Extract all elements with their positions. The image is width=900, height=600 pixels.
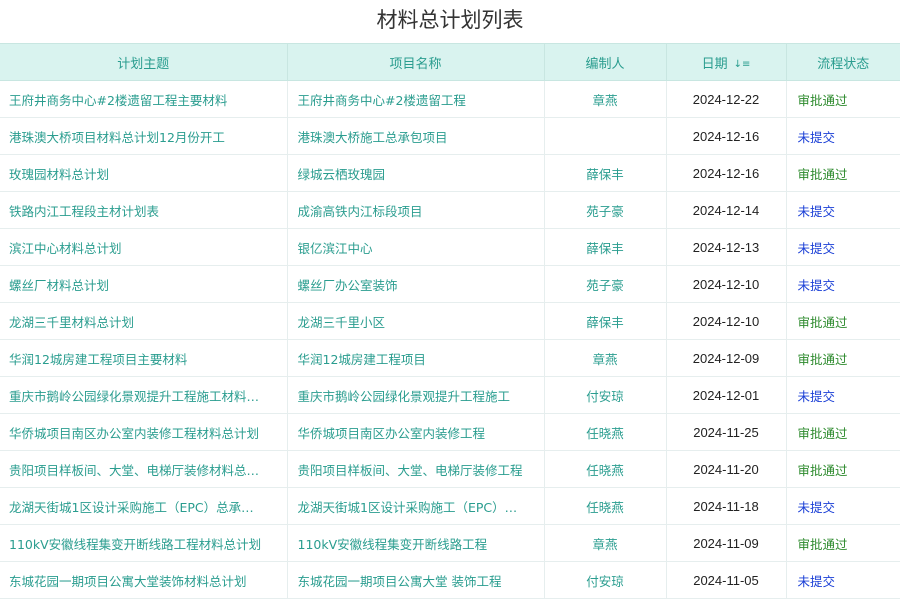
table-row[interactable]: 滨江中心材料总计划 银亿滨江中心 薛保丰 2024-12-13 未提交	[0, 228, 900, 266]
cell-project[interactable]: 龙湖三千里小区	[287, 302, 545, 340]
cell-date: 2024-12-01	[666, 376, 787, 414]
cell-editor: 付安琼	[544, 376, 667, 414]
cell-topic[interactable]: 重庆市鹅岭公园绿化景观提升工程施工材料…	[0, 376, 288, 414]
column-header-date-label: 日期	[701, 56, 728, 72]
cell-date: 2024-12-14	[666, 191, 787, 229]
cell-date: 2024-12-16	[666, 117, 787, 155]
cell-status: 审批通过	[786, 413, 900, 451]
cell-editor: 薛保丰	[544, 154, 667, 192]
cell-project[interactable]: 东城花园一期项目公寓大堂 装饰工程	[287, 561, 545, 599]
cell-project[interactable]: 王府井商务中心#2楼遗留工程	[287, 80, 545, 118]
cell-topic[interactable]: 华侨城项目南区办公室内装修工程材料总计划	[0, 413, 288, 451]
column-header-project[interactable]: 项目名称	[287, 43, 545, 81]
cell-project[interactable]: 华侨城项目南区办公室内装修工程	[287, 413, 545, 451]
cell-editor: 苑子豪	[544, 191, 667, 229]
cell-date: 2024-12-10	[666, 302, 787, 340]
cell-editor: 章燕	[544, 80, 667, 118]
cell-editor: 章燕	[544, 339, 667, 377]
cell-status: 审批通过	[786, 80, 900, 118]
cell-topic[interactable]: 龙湖天街城1区设计采购施工（EPC）总承…	[0, 487, 288, 525]
sort-icon[interactable]: ↓≡	[734, 59, 751, 70]
cell-topic[interactable]: 港珠澳大桥项目材料总计划12月份开工	[0, 117, 288, 155]
cell-date: 2024-11-18	[666, 487, 787, 525]
table-row[interactable]: 铁路内江工程段主材计划表 成渝高铁内江标段项目 苑子豪 2024-12-14 未提交	[0, 191, 900, 229]
table-row[interactable]: 华润12城房建工程项目主要材料 华润12城房建工程项目 章燕 2024-12-09 审批…	[0, 339, 900, 377]
cell-project[interactable]: 螺丝厂办公室装饰	[287, 265, 545, 303]
cell-topic[interactable]: 螺丝厂材料总计划	[0, 265, 288, 303]
cell-status: 未提交	[786, 265, 900, 303]
cell-project[interactable]: 重庆市鹅岭公园绿化景观提升工程施工	[287, 376, 545, 414]
table-header-row: 计划主题 项目名称 编制人 日期 ↓≡ 流程状态	[0, 43, 900, 81]
cell-date: 2024-11-05	[666, 561, 787, 599]
table-row[interactable]: 港珠澳大桥项目材料总计划12月份开工 港珠澳大桥施工总承包项目 2024-12-16…	[0, 117, 900, 155]
cell-editor	[544, 117, 667, 155]
plan-table: 计划主题 项目名称 编制人 日期 ↓≡ 流程状态 王府井商务中心#2楼遗留工程主要…	[0, 43, 900, 599]
cell-status: 审批通过	[786, 302, 900, 340]
cell-status: 审批通过	[786, 524, 900, 562]
cell-project[interactable]: 银亿滨江中心	[287, 228, 545, 266]
cell-status: 未提交	[786, 191, 900, 229]
cell-topic[interactable]: 王府井商务中心#2楼遗留工程主要材料	[0, 80, 288, 118]
cell-status: 审批通过	[786, 154, 900, 192]
cell-editor: 薛保丰	[544, 302, 667, 340]
table-row[interactable]: 玫瑰园材料总计划 绿城云栖玫瑰园 薛保丰 2024-12-16 审批通过	[0, 154, 900, 192]
cell-editor: 苑子豪	[544, 265, 667, 303]
table-row[interactable]: 东城花园一期项目公寓大堂装饰材料总计划 东城花园一期项目公寓大堂 装饰工程 付安琼 2…	[0, 561, 900, 599]
table-row[interactable]: 重庆市鹅岭公园绿化景观提升工程施工材料… 重庆市鹅岭公园绿化景观提升工程施工 付安琼…	[0, 376, 900, 414]
page-title: 材料总计划列表	[376, 8, 524, 32]
cell-project[interactable]: 成渝高铁内江标段项目	[287, 191, 545, 229]
cell-topic[interactable]: 玫瑰园材料总计划	[0, 154, 288, 192]
column-header-status[interactable]: 流程状态	[786, 43, 900, 81]
cell-topic[interactable]: 龙湖三千里材料总计划	[0, 302, 288, 340]
cell-project[interactable]: 绿城云栖玫瑰园	[287, 154, 545, 192]
cell-editor: 任晓燕	[544, 413, 667, 451]
cell-project[interactable]: 龙湖天街城1区设计采购施工（EPC）…	[287, 487, 545, 525]
table-row[interactable]: 贵阳项目样板间、大堂、电梯厅装修材料总… 贵阳项目样板间、大堂、电梯厅装修工程 任晓…	[0, 450, 900, 488]
cell-status: 未提交	[786, 561, 900, 599]
cell-topic[interactable]: 滨江中心材料总计划	[0, 228, 288, 266]
cell-status: 未提交	[786, 376, 900, 414]
cell-topic[interactable]: 110kV安徽线程集变开断线路工程材料总计划	[0, 524, 288, 562]
cell-project[interactable]: 110kV安徽线程集变开断线路工程	[287, 524, 545, 562]
cell-project[interactable]: 华润12城房建工程项目	[287, 339, 545, 377]
table-row[interactable]: 龙湖天街城1区设计采购施工（EPC）总承… 龙湖天街城1区设计采购施工（EPC）……	[0, 487, 900, 525]
cell-date: 2024-12-16	[666, 154, 787, 192]
cell-topic[interactable]: 贵阳项目样板间、大堂、电梯厅装修材料总…	[0, 450, 288, 488]
column-header-date[interactable]: 日期 ↓≡	[666, 43, 787, 81]
table-row[interactable]: 王府井商务中心#2楼遗留工程主要材料 王府井商务中心#2楼遗留工程 章燕 2024-1…	[0, 80, 900, 118]
cell-status: 未提交	[786, 228, 900, 266]
cell-date: 2024-12-09	[666, 339, 787, 377]
cell-date: 2024-12-22	[666, 80, 787, 118]
cell-topic[interactable]: 华润12城房建工程项目主要材料	[0, 339, 288, 377]
cell-date: 2024-11-20	[666, 450, 787, 488]
table-row[interactable]: 110kV安徽线程集变开断线路工程材料总计划 110kV安徽线程集变开断线路工程章…	[0, 524, 900, 562]
cell-topic[interactable]: 铁路内江工程段主材计划表	[0, 191, 288, 229]
cell-editor: 章燕	[544, 524, 667, 562]
cell-status: 审批通过	[786, 450, 900, 488]
cell-editor: 付安琼	[544, 561, 667, 599]
cell-status: 未提交	[786, 117, 900, 155]
column-header-topic[interactable]: 计划主题	[0, 43, 288, 81]
table-row[interactable]: 螺丝厂材料总计划 螺丝厂办公室装饰 苑子豪 2024-12-10 未提交	[0, 265, 900, 303]
table-row[interactable]: 华侨城项目南区办公室内装修工程材料总计划 华侨城项目南区办公室内装修工程 任晓燕 20…	[0, 413, 900, 451]
table-row[interactable]: 龙湖三千里材料总计划 龙湖三千里小区 薛保丰 2024-12-10 审批通过	[0, 302, 900, 340]
cell-editor: 任晓燕	[544, 487, 667, 525]
column-header-editor[interactable]: 编制人	[544, 43, 667, 81]
cell-status: 审批通过	[786, 339, 900, 377]
cell-date: 2024-12-10	[666, 265, 787, 303]
cell-project[interactable]: 港珠澳大桥施工总承包项目	[287, 117, 545, 155]
cell-editor: 任晓燕	[544, 450, 667, 488]
cell-date: 2024-12-13	[666, 228, 787, 266]
cell-status: 未提交	[786, 487, 900, 525]
cell-topic[interactable]: 东城花园一期项目公寓大堂装饰材料总计划	[0, 561, 288, 599]
cell-date: 2024-11-25	[666, 413, 787, 451]
cell-editor: 薛保丰	[544, 228, 667, 266]
cell-project[interactable]: 贵阳项目样板间、大堂、电梯厅装修工程	[287, 450, 545, 488]
cell-date: 2024-11-09	[666, 524, 787, 562]
